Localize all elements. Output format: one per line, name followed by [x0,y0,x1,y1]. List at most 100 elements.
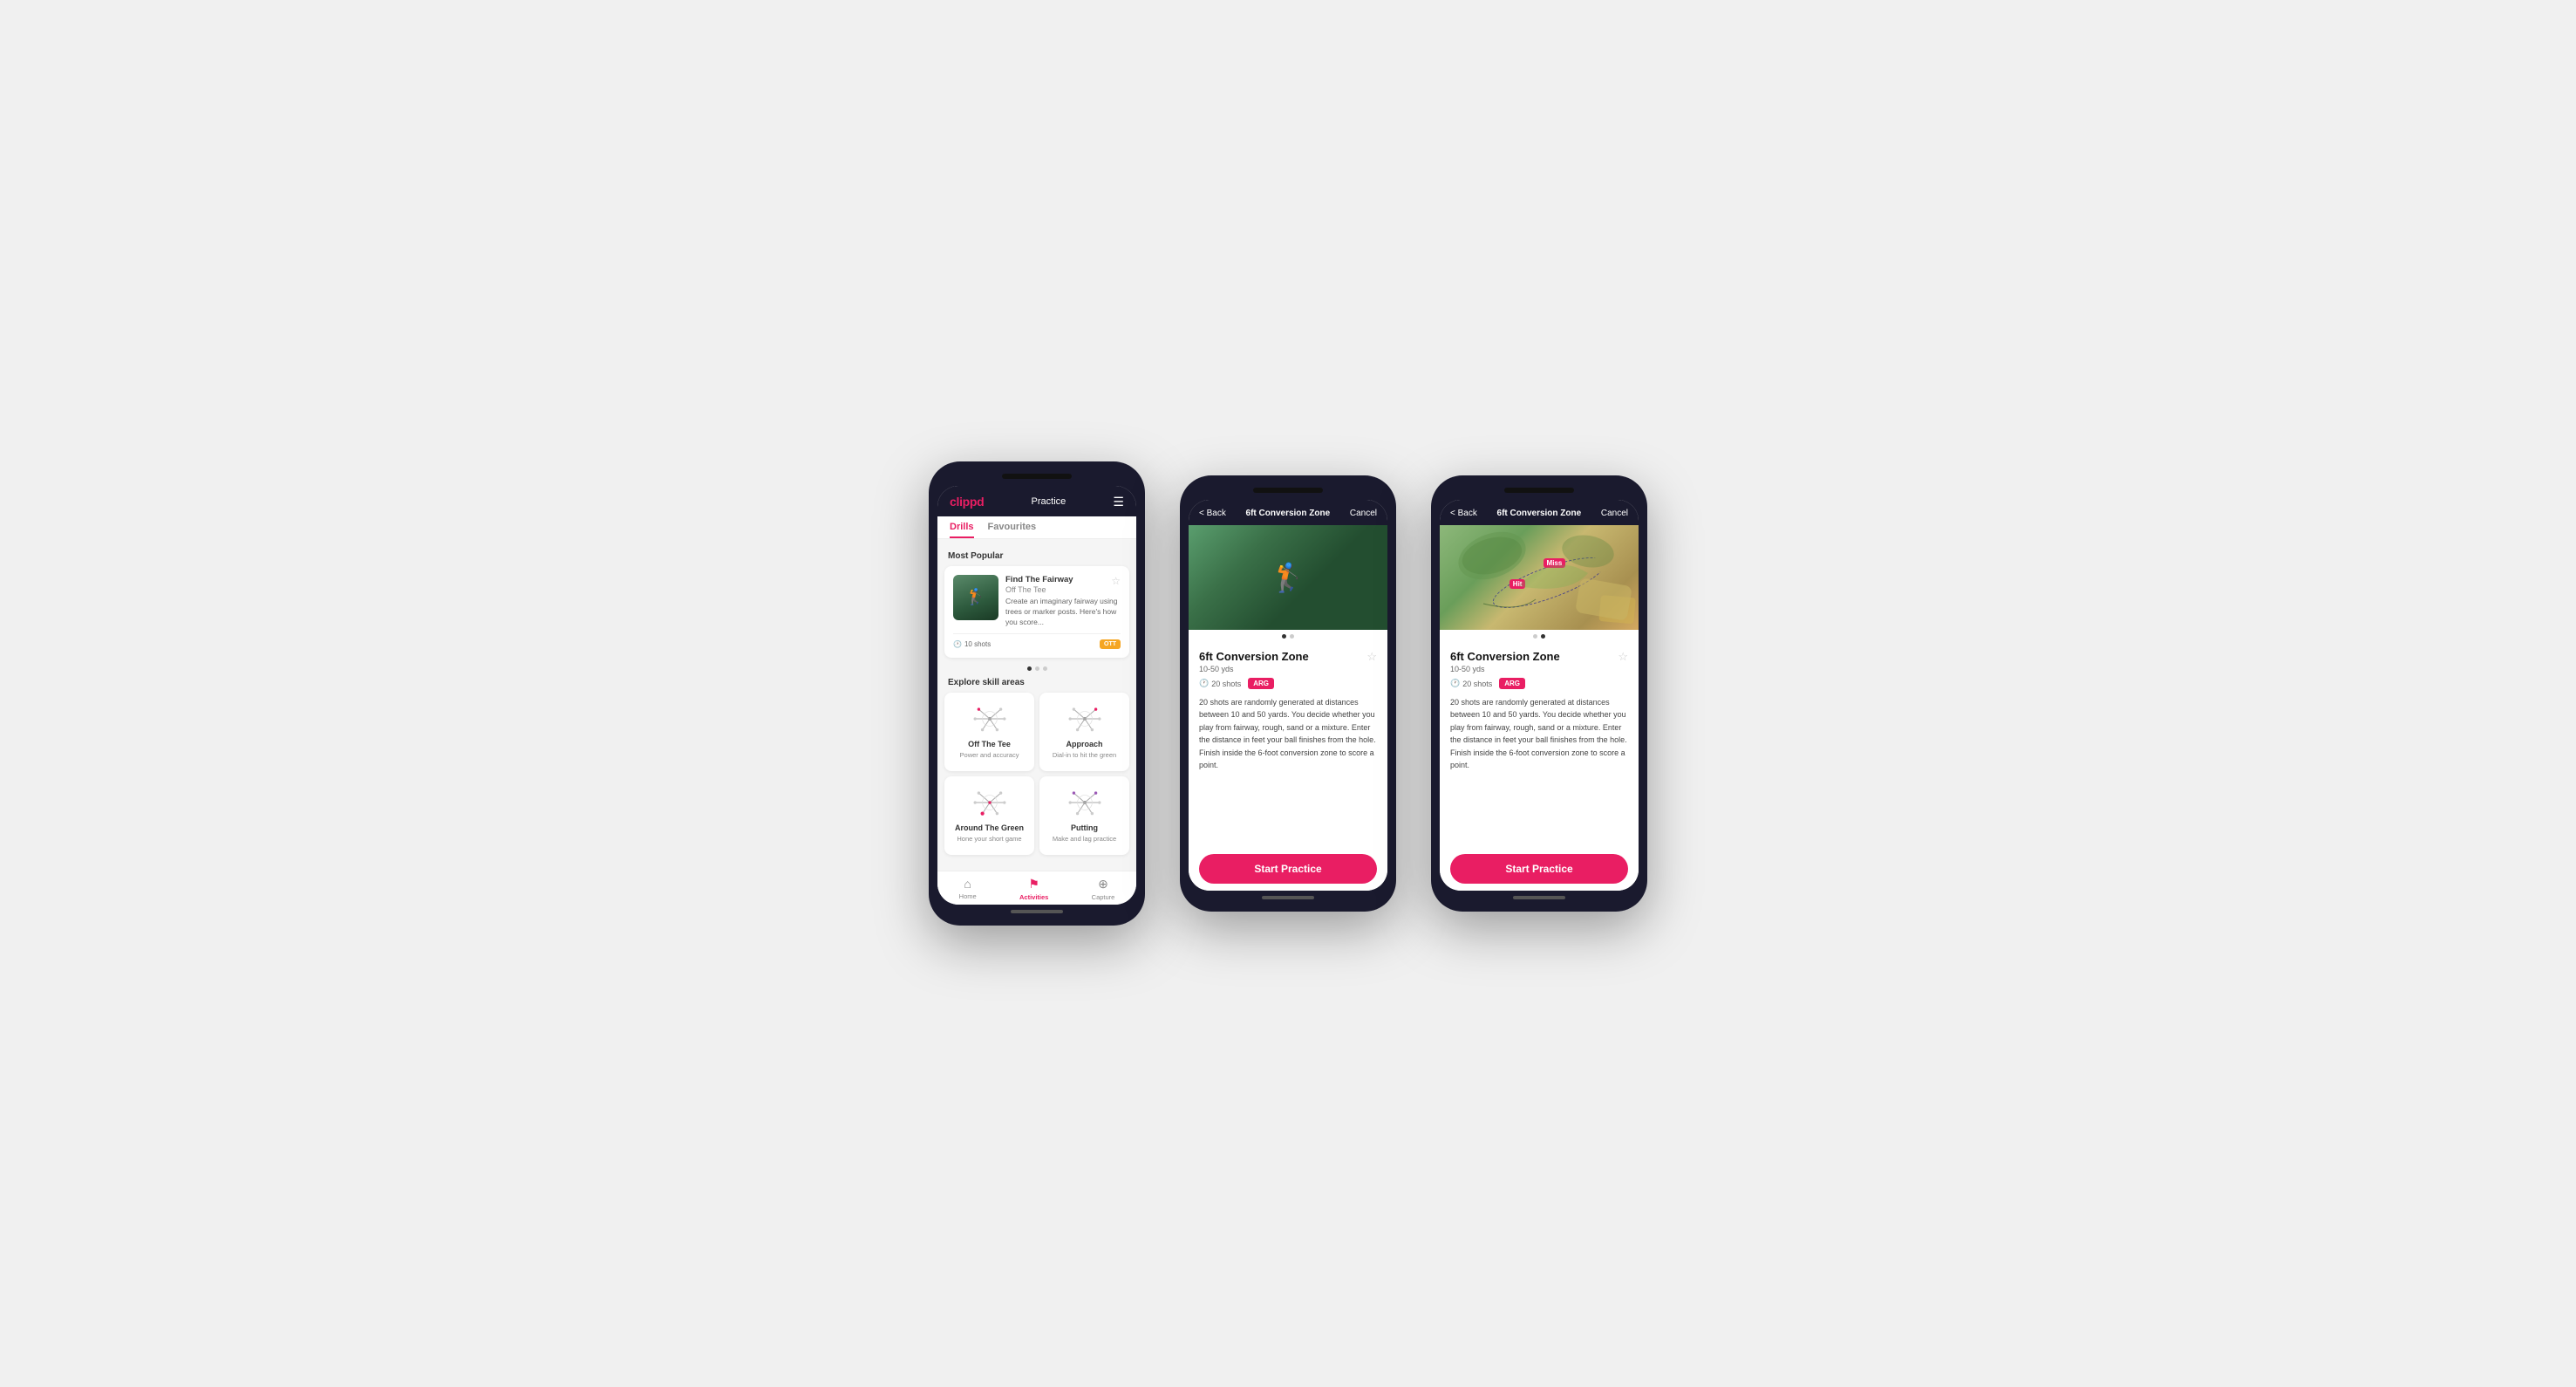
clock-icon-map: 🕐 [1450,679,1460,688]
phone-1-screen: clippd Practice ☰ Drills Favourites Most… [937,486,1136,905]
app-logo: clippd [950,495,984,509]
phone-notch-3 [1504,488,1574,493]
around-green-icon [971,787,1008,818]
drill-subtitle: Off The Tee [1005,585,1073,594]
skill-subtitle: Power and accuracy [960,751,1019,759]
carousel-dots [937,663,1136,674]
app-header: clippd Practice ☰ [937,486,1136,516]
home-icon: ⌂ [964,877,971,891]
nav-home[interactable]: ⌂ Home [959,877,977,901]
detail-content: 🏌️ 6ft Conversion Zone ☆ 10-50 yds 🕐 20 … [1189,525,1387,845]
shots-count: 🕐 10 shots [953,640,991,648]
activities-icon: ⚑ [1028,877,1039,892]
tab-bar: Drills Favourites [937,516,1136,539]
phone-notch-2 [1253,488,1323,493]
drill-title: Find The Fairway [1005,575,1073,585]
card-titles: Find The Fairway Off The Tee [1005,575,1073,597]
putting-icon [1067,787,1103,818]
tab-favourites[interactable]: Favourites [988,522,1037,538]
nav-capture[interactable]: ⊕ Capture [1092,877,1115,901]
drill-description: Create an imaginary fairway using trees … [1005,597,1121,628]
drill-thumbnail: 🏌️ [953,575,998,620]
category-badge: ARG [1248,678,1274,689]
skills-grid: Off The Tee Power and accuracy [937,693,1136,862]
golfer-icon: 🏌️ [966,588,985,606]
main-content: Most Popular 🏌️ Find The Fairway Off The… [937,539,1136,871]
nav-capture-label: Capture [1092,893,1115,901]
drill-meta-map: 🕐 20 shots ARG [1450,678,1628,689]
nav-activities[interactable]: ⚑ Activities [1019,877,1048,901]
clock-icon: 🕐 [953,640,962,648]
phone-home-bar-3 [1513,896,1565,899]
skill-icon-container [969,785,1011,820]
phone-home-bar-1 [1011,910,1063,913]
drill-range: 10-50 yds [1199,665,1377,673]
skill-around-green[interactable]: Around The Green Hone your short game [944,776,1034,855]
dot-1[interactable] [1027,666,1032,671]
detail-title: 6ft Conversion Zone [1246,509,1331,518]
shots-count-map: 20 shots [1462,680,1492,688]
capture-icon: ⊕ [1098,877,1108,892]
off-tee-icon [971,703,1008,734]
start-practice-button[interactable]: Start Practice [1199,854,1377,884]
skill-title: Around The Green [955,823,1024,833]
skill-icon-container [1064,701,1106,736]
map-dot-1[interactable] [1533,634,1537,639]
drill-name-map: 6ft Conversion Zone [1450,650,1560,663]
explore-heading: Explore skill areas [937,674,1136,693]
map-detail-content: Miss Hit 6ft Conversion Zone ☆ [1440,525,1639,845]
skill-icon-container [969,701,1011,736]
menu-icon[interactable]: ☰ [1113,495,1124,509]
detail-header: < Back 6ft Conversion Zone Cancel [1189,500,1387,525]
dot-3[interactable] [1043,666,1047,671]
drill-description: 20 shots are randomly generated at dista… [1199,696,1377,823]
drill-title-row-map: 6ft Conversion Zone ☆ [1450,650,1628,664]
drill-map: Miss Hit [1440,525,1639,630]
phone-3-screen: < Back 6ft Conversion Zone Cancel Miss H… [1440,500,1639,891]
start-practice-button-map[interactable]: Start Practice [1450,854,1628,884]
image-dots-map [1440,630,1639,643]
img-dot-2[interactable] [1290,634,1294,639]
drill-name: 6ft Conversion Zone [1199,650,1309,663]
cancel-button[interactable]: Cancel [1350,509,1377,518]
nav-activities-label: Activities [1019,893,1048,901]
drill-title-row: 6ft Conversion Zone ☆ [1199,650,1377,664]
start-btn-container: Start Practice [1189,845,1387,891]
shots-meta-map: 🕐 20 shots [1450,679,1492,688]
img-dot-1[interactable] [1282,634,1286,639]
skill-approach[interactable]: Approach Dial-in to hit the green [1039,693,1129,771]
golf-image: 🏌️ [953,575,998,620]
skill-icon-container [1064,785,1106,820]
skill-title: Off The Tee [968,740,1011,749]
cancel-button-map[interactable]: Cancel [1601,509,1628,518]
header-title: Practice [1032,496,1067,507]
image-dots [1189,630,1387,643]
category-badge-map: ARG [1499,678,1525,689]
map-dot-2[interactable] [1541,634,1545,639]
clock-icon-small: 🕐 [1199,679,1209,688]
skill-subtitle: Hone your short game [957,835,1021,843]
favourite-icon[interactable]: ☆ [1366,650,1377,664]
drill-description-map: 20 shots are randomly generated at dista… [1450,696,1628,823]
detail-title-map: 6ft Conversion Zone [1497,509,1582,518]
back-button-map[interactable]: < Back [1450,509,1477,518]
phone-1-practice-list: clippd Practice ☰ Drills Favourites Most… [929,461,1145,926]
skill-putting[interactable]: Putting Make and lag practice [1039,776,1129,855]
shots-meta: 🕐 20 shots [1199,679,1241,688]
featured-drill-card[interactable]: 🏌️ Find The Fairway Off The Tee ☆ Create… [944,566,1129,658]
skill-off-the-tee[interactable]: Off The Tee Power and accuracy [944,693,1034,771]
skill-subtitle: Make and lag practice [1053,835,1116,843]
favourite-icon-map[interactable]: ☆ [1618,650,1628,664]
skill-subtitle: Dial-in to hit the green [1053,751,1116,759]
golfer-image: 🏌️ [1271,561,1305,594]
shots-count: 20 shots [1211,680,1241,688]
nav-home-label: Home [959,892,977,900]
detail-header-map: < Back 6ft Conversion Zone Cancel [1440,500,1639,525]
favourite-icon[interactable]: ☆ [1111,575,1121,587]
tab-drills[interactable]: Drills [950,522,974,538]
drill-range-map: 10-50 yds [1450,665,1628,673]
start-btn-container-map: Start Practice [1440,845,1639,891]
phone-notch-1 [1002,474,1072,479]
dot-2[interactable] [1035,666,1039,671]
back-button[interactable]: < Back [1199,509,1226,518]
